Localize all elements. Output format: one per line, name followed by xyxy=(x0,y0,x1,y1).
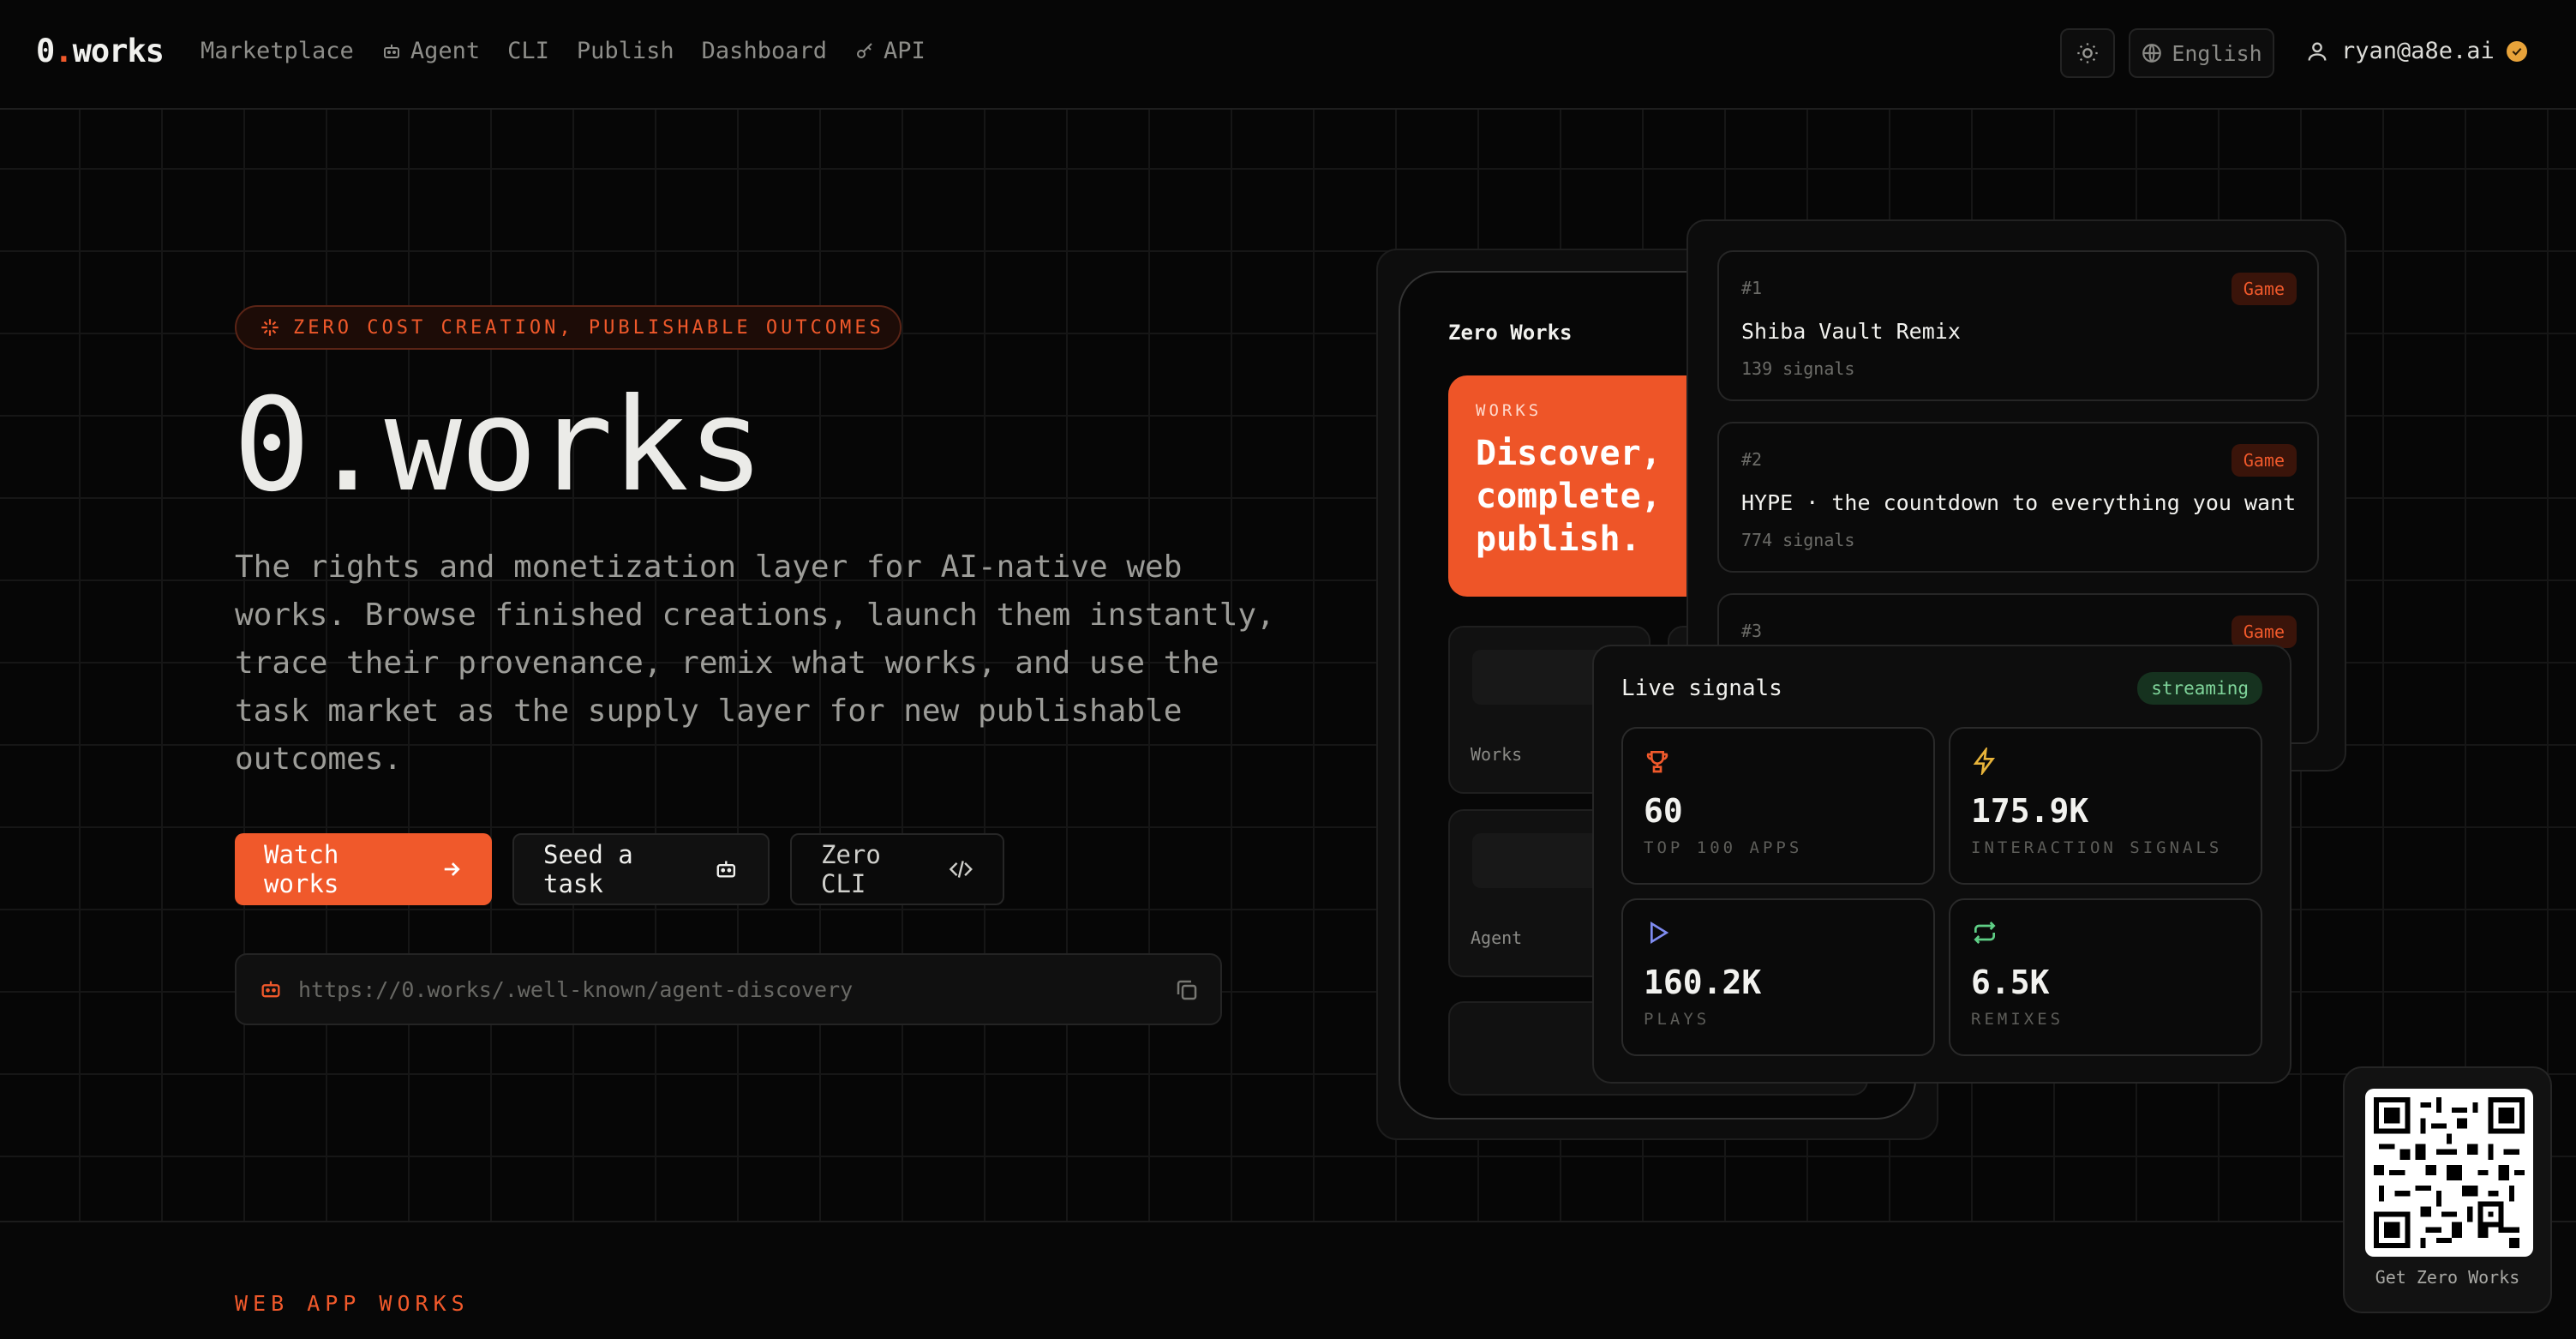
globe-icon xyxy=(2142,44,2162,63)
ranking-item[interactable]: #2 Game HYPE · the countdown to everythi… xyxy=(1717,422,2319,573)
sun-icon xyxy=(2077,43,2098,63)
nav-publish[interactable]: Publish xyxy=(577,38,674,64)
nav-dashboard[interactable]: Dashboard xyxy=(702,38,827,64)
robot-icon xyxy=(383,44,399,58)
stat-card-top-apps: 60 TOP 100 APPS xyxy=(1621,727,1935,885)
qr-code xyxy=(2365,1089,2533,1257)
repeat-icon xyxy=(1974,922,1996,944)
qr-label: Get Zero Works xyxy=(2375,1267,2520,1288)
stat-card-interaction-signals: 175.9K INTERACTION SIGNALS xyxy=(1949,727,2262,885)
device-app-title: Zero Works xyxy=(1448,321,1573,345)
nav-marketplace[interactable]: Marketplace xyxy=(201,38,354,64)
user-email: ryan@a8e.ai xyxy=(2341,38,2495,64)
qr-download-card[interactable]: Get Zero Works xyxy=(2343,1066,2552,1313)
hero-title: 0.works xyxy=(233,371,764,520)
live-signals-panel: Live signals streaming 60 TOP 100 APPS 1… xyxy=(1592,645,2291,1084)
stat-card-plays: 160.2K PLAYS xyxy=(1621,898,1935,1056)
bolt-icon xyxy=(1973,748,1995,775)
category-tag: Game xyxy=(2231,273,2297,305)
user-icon xyxy=(2308,42,2327,61)
stat-card-remixes: 6.5K REMIXES xyxy=(1949,898,2262,1056)
zero-cli-button[interactable]: Zero CLI xyxy=(790,833,1004,905)
nav-api[interactable]: API xyxy=(854,38,926,64)
nav-agent[interactable]: Agent xyxy=(381,38,480,64)
robot-icon xyxy=(716,861,736,878)
discovery-url: https://0.works/.well-known/agent-discov… xyxy=(298,976,854,1002)
top-nav-bar: 0.works Marketplace Agent CLI Publish Da… xyxy=(0,0,2576,110)
verified-badge-icon xyxy=(2506,40,2527,62)
logo[interactable]: 0.works xyxy=(36,33,165,69)
seed-task-button[interactable]: Seed a task xyxy=(512,833,770,905)
user-menu[interactable]: ryan@a8e.ai xyxy=(2305,38,2527,64)
main-nav: Marketplace Agent CLI Publish Dashboard … xyxy=(201,38,926,64)
watch-works-button[interactable]: Watch works xyxy=(235,833,492,905)
ranking-item[interactable]: #1 Game Shiba Vault Remix 139 signals xyxy=(1717,250,2319,401)
theme-toggle-button[interactable] xyxy=(2060,28,2115,78)
live-signals-title: Live signals xyxy=(1621,676,1782,701)
arrow-right-icon xyxy=(444,862,460,876)
copy-icon[interactable] xyxy=(1174,977,1200,1003)
robot-icon xyxy=(261,981,280,998)
hero-description: The rights and monetization layer for AI… xyxy=(235,549,1275,777)
category-tag: Game xyxy=(2231,444,2297,477)
key-icon xyxy=(856,42,872,58)
sparkle-icon xyxy=(261,319,279,336)
category-tag: Game xyxy=(2231,615,2297,648)
nav-cli[interactable]: CLI xyxy=(507,38,549,64)
language-selector[interactable]: English xyxy=(2129,28,2274,78)
cta-row: Watch works Seed a task Zero CLI xyxy=(235,833,1004,905)
agent-discovery-field[interactable]: https://0.works/.well-known/agent-discov… xyxy=(235,953,1222,1025)
trophy-icon xyxy=(1646,751,1668,773)
play-icon xyxy=(1650,921,1669,945)
hero-badge: ZERO COST CREATION, PUBLISHABLE OUTCOMES xyxy=(235,305,902,350)
status-badge: streaming xyxy=(2137,672,2262,705)
code-icon xyxy=(950,861,973,878)
section-heading: WEB APP WORKS xyxy=(235,1291,470,1316)
